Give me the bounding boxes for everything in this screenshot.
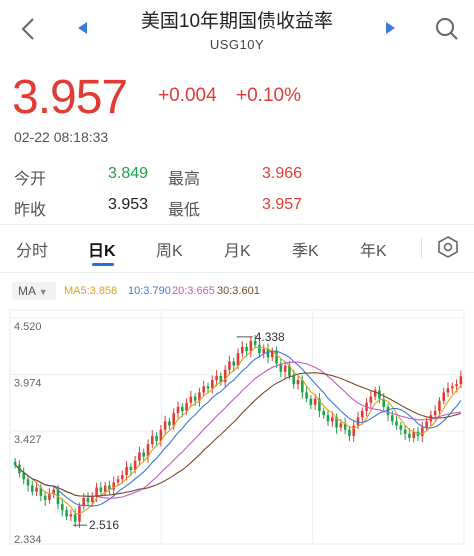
candle-body: [189, 396, 193, 403]
candle-body: [61, 504, 64, 511]
candle-body: [283, 365, 287, 372]
candle-body: [249, 340, 253, 352]
candle-body: [313, 398, 317, 405]
candle-body: [151, 435, 154, 445]
candle-body: [356, 417, 360, 426]
candle-body: [305, 392, 308, 399]
candle-body: [309, 398, 313, 405]
candle-body: [455, 384, 458, 387]
candle-body: [181, 406, 184, 412]
candle-body: [245, 346, 248, 352]
candle-body: [339, 423, 343, 428]
candle-body: [163, 421, 167, 430]
candle-body: [296, 380, 300, 385]
candle-body: [73, 514, 77, 522]
candle-body: [35, 487, 38, 492]
candle-body: [103, 485, 107, 492]
ma30-line: [14, 372, 462, 497]
candle-body: [206, 386, 210, 389]
candle-body: [215, 375, 218, 381]
candle-body: [129, 466, 133, 470]
candle-body: [369, 396, 373, 403]
candle-body: [438, 400, 441, 412]
candle-body: [266, 349, 270, 358]
candle-body: [121, 475, 124, 480]
candle-body: [155, 435, 158, 442]
candle-body: [228, 361, 231, 370]
chart-frame: [9, 309, 465, 545]
candle-body: [403, 429, 407, 434]
candle-body: [211, 380, 214, 389]
candle-body: [361, 411, 364, 418]
candle-body: [322, 411, 325, 416]
candle-body: [13, 461, 17, 465]
candle-body: [408, 433, 411, 438]
candle-body: [142, 452, 145, 457]
candle-body: [69, 514, 73, 517]
candle-body: [421, 427, 424, 436]
candle-body: [99, 487, 103, 492]
candle-body: [86, 497, 90, 503]
candle-body: [258, 344, 261, 354]
candle-body: [292, 375, 295, 385]
ma20-line: [14, 361, 461, 499]
candle-body: [352, 425, 355, 436]
high-marker-label: 4.338: [255, 330, 285, 344]
candle-body: [262, 349, 265, 354]
candle-body: [26, 479, 30, 486]
candle-body: [95, 487, 98, 496]
candle-body: [168, 421, 171, 426]
candle-body: [459, 376, 463, 385]
candle-body: [386, 406, 390, 416]
candle-body: [22, 473, 25, 480]
candle-body: [331, 417, 334, 422]
candle-body: [202, 386, 205, 393]
candle-body: [391, 415, 394, 422]
y-tick-label: 4.520: [14, 321, 42, 333]
y-tick-label: 3.427: [14, 434, 42, 446]
candle-body: [425, 421, 428, 428]
candle-body: [232, 361, 235, 366]
candle-body: [326, 415, 330, 422]
candle-body: [31, 485, 34, 492]
candle-body: [348, 429, 351, 436]
candlestick-chart[interactable]: 4.520 3.974 3.427 2.334 4.338 2.516: [0, 0, 474, 556]
candle-body: [451, 386, 454, 389]
candle-body: [193, 396, 197, 401]
candle-body: [442, 392, 445, 401]
candle-body: [65, 510, 68, 517]
candle-body: [395, 421, 398, 426]
candle-body: [399, 425, 403, 430]
candle-body: [236, 353, 240, 366]
low-marker-label: 2.516: [89, 518, 119, 532]
candle-body: [433, 411, 437, 416]
candle-body: [125, 466, 128, 476]
candle-body: [275, 351, 278, 364]
y-tick-label: 2.334: [14, 534, 42, 546]
candle-body: [43, 495, 47, 500]
candle-body: [176, 406, 180, 414]
candle-body: [48, 493, 51, 500]
candle-body: [241, 346, 244, 354]
candle-body: [138, 452, 141, 461]
candle-body: [116, 479, 120, 483]
candle-body: [446, 388, 450, 393]
y-tick-label: 3.974: [14, 377, 42, 389]
candle-body: [112, 482, 115, 490]
